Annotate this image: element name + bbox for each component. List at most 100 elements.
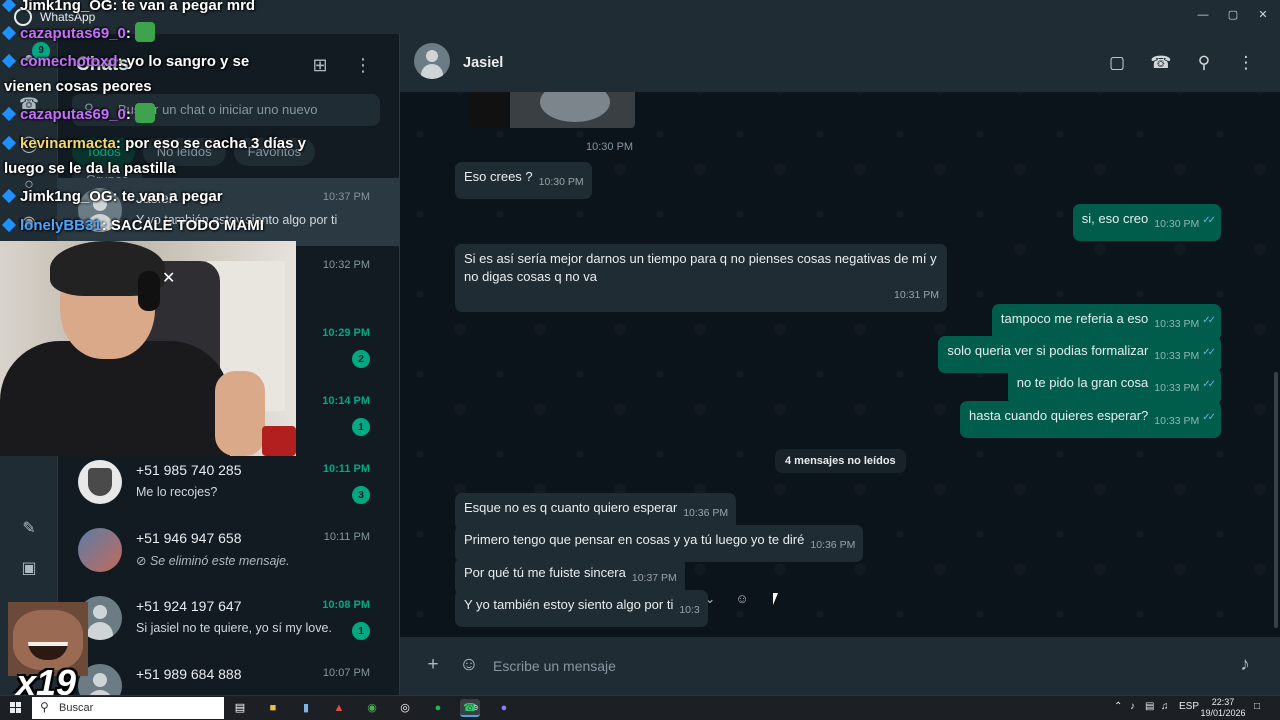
microphone-icon[interactable]: ♪ [1130,701,1135,712]
chat-list-item[interactable]: +51 924 197 647 Si jasiel no te quiere, y… [58,586,399,654]
image-message-time: 10:30 PM [586,141,634,153]
conversation-header[interactable]: Jasiel ▢ ☎ ⚲ ⋮ [400,34,1280,92]
unread-count-badge: 1 [352,418,370,436]
stream-chat-text: vienen cosas peores [4,78,152,95]
task-view-icon[interactable]: ▤ [230,699,250,717]
message-time: 10:36 PM [810,539,856,551]
message-time: 10:33 PM [1154,318,1200,330]
message-time: 10:30 PM [1154,218,1200,230]
message-text: Y yo también estoy siento algo por ti [464,597,674,612]
start-icon[interactable] [10,702,22,714]
stream-chat-line: Jimk1ng_OG: te van a pegar mrd [1,0,255,18]
stream-chat-line: cazaputas69_0: [1,103,155,127]
outgoing-message[interactable]: no te pido la gran cosa 10:33 PM ✓✓ [1007,368,1221,405]
unread-divider: 4 mensajes no leídos [775,449,906,473]
stream-chat-username: cazaputas69_0 [20,25,126,42]
notepad-icon[interactable]: ▮ [296,699,316,717]
stream-chat-text: : por eso se cacha 3 días y [115,135,306,152]
message-text: Primero tengo que pensar en cosas y ya t… [464,532,805,547]
incoming-message[interactable]: Si es así sería mejor darnos un tiempo p… [455,244,947,312]
new-chat-icon[interactable]: ⊞ [307,52,333,78]
stream-chat-username: Jimk1ng_OG [20,188,113,205]
whatsapp-window: WhatsApp — ▢ ✕ ● 9 ☎ ◯ ○ ◉ ✎ ▣ Chats ⊞ ⋮… [0,0,1280,703]
discord-icon[interactable]: ● [494,699,514,717]
message-scrollbar[interactable] [1274,372,1278,628]
microphone-icon[interactable]: ♪ [1233,653,1257,677]
stream-chat-username: Jimk1ng_OG [20,0,113,14]
minimize-button[interactable]: — [1188,4,1218,26]
chat-time: 10:11 PM [323,531,370,543]
system-clock[interactable]: 22:37 19/01/2026 [1196,697,1250,719]
outgoing-message[interactable]: si, eso creo 10:30 PM ✓✓ [1072,204,1221,241]
composer-bar: + ☺ Escribe un mensaje ♪ [400,637,1280,695]
video-call-icon[interactable]: ▢ [1105,51,1129,75]
emoji-reaction-icon[interactable]: ☺ [732,589,752,609]
message-text: hasta cuando quieres esperar? [969,408,1149,423]
spotify-icon[interactable]: ● [428,699,448,717]
voice-call-icon[interactable]: ☎ [1149,51,1173,75]
stream-chat-line: cazaputas69_0: [1,22,155,46]
chrome-icon[interactable]: ◉ [362,699,382,717]
chat-list-item[interactable]: +51 946 947 658 ⊘ Se eliminó este mensaje… [58,518,399,586]
chat-preview: Me lo recojes? [136,485,218,499]
search-icon[interactable]: ⚲ [1192,51,1216,75]
search-icon: ⚲ [40,700,49,714]
platform-badge-icon [1,188,17,204]
contact-name[interactable]: Jasiel [463,55,503,71]
contact-avatar[interactable] [414,43,450,79]
taskbar-search[interactable]: ⚲ Buscar [32,697,224,719]
message-input-placeholder: Escribe un mensaje [493,658,616,674]
attach-plus-icon[interactable]: + [421,653,445,677]
notifications-icon[interactable]: □ [1254,701,1260,712]
starred-messages-icon[interactable]: ✎ [18,518,40,540]
message-text: Esque no es q cuanto quiero esperar [464,500,678,515]
incoming-message[interactable]: Y yo también estoy siento algo por ti 10:… [455,590,708,627]
stream-chat-text: : SACALE TODO MAMI [101,217,264,234]
message-time: 10:30 PM [538,176,584,188]
message-time: 10:31 PM [894,289,939,301]
network-icon[interactable]: ▤ [1145,701,1154,712]
chat-time: 10:07 PM [322,667,370,679]
unread-count-badge: 3 [352,486,370,504]
stream-chat-text: luego se le da la pastilla [4,160,176,177]
message-text: solo queria ver si podias formalizar [947,343,1149,358]
chat-time: 10:14 PM [322,395,370,407]
stream-chat-line: luego se le da la pastilla [4,157,176,181]
chat-name: +51 985 740 285 [136,462,242,478]
media-gallery-icon[interactable]: ▣ [18,558,40,580]
chat-name: +51 989 684 888 [136,666,242,682]
maximize-button[interactable]: ▢ [1218,4,1248,26]
stream-chat-text: : [125,106,131,123]
outgoing-message[interactable]: hasta cuando quieres esperar? 10:33 PM ✓✓ [960,401,1221,438]
file-explorer-icon[interactable]: ■ [263,699,283,717]
incoming-message[interactable]: Primero tengo que pensar en cosas y ya t… [455,525,864,562]
sticker-icon[interactable]: ☺ [457,653,481,677]
tray-chevron-icon[interactable]: ⌃ [1114,701,1122,712]
menu-icon[interactable]: ⋮ [350,52,376,78]
incoming-message[interactable]: Eso crees ? 10:30 PM [455,162,592,199]
message-text: Por qué tú me fuiste sincera [464,565,626,580]
close-button[interactable]: ✕ [1248,4,1278,26]
chat-time: 10:29 PM [322,327,370,339]
image-message[interactable] [470,92,635,128]
message-time: 10:33 PM [1154,382,1200,394]
stream-chat-line: vienen cosas peores [4,75,152,99]
read-receipt-icon: ✓✓ [1202,412,1216,423]
message-input[interactable]: Escribe un mensaje [482,647,1222,685]
volume-icon[interactable]: ♫ [1161,701,1169,712]
read-receipt-icon: ✓✓ [1202,215,1216,226]
whatsapp-taskbar-badge: 9 [474,705,478,712]
obs-icon[interactable]: ◎ [395,699,415,717]
message-time: 10:3 [679,604,700,616]
message-time: 10:37 PM [631,572,677,584]
chat-avatar[interactable] [78,528,122,572]
chat-preview: ⊘ Se eliminó este mensaje. [136,554,290,568]
emote-icon [134,22,155,42]
chat-avatar[interactable] [78,460,122,504]
app-icon[interactable]: ▲ [329,699,349,717]
menu-icon[interactable]: ⋮ [1234,51,1258,75]
chat-list-item[interactable]: +51 985 740 285 Me lo recojes? 10:11 PM 3 [58,450,399,518]
emote-icon [134,103,155,123]
chat-list-item[interactable]: +51 989 684 888 10:07 PM [58,654,399,695]
platform-badge-icon [1,53,17,69]
